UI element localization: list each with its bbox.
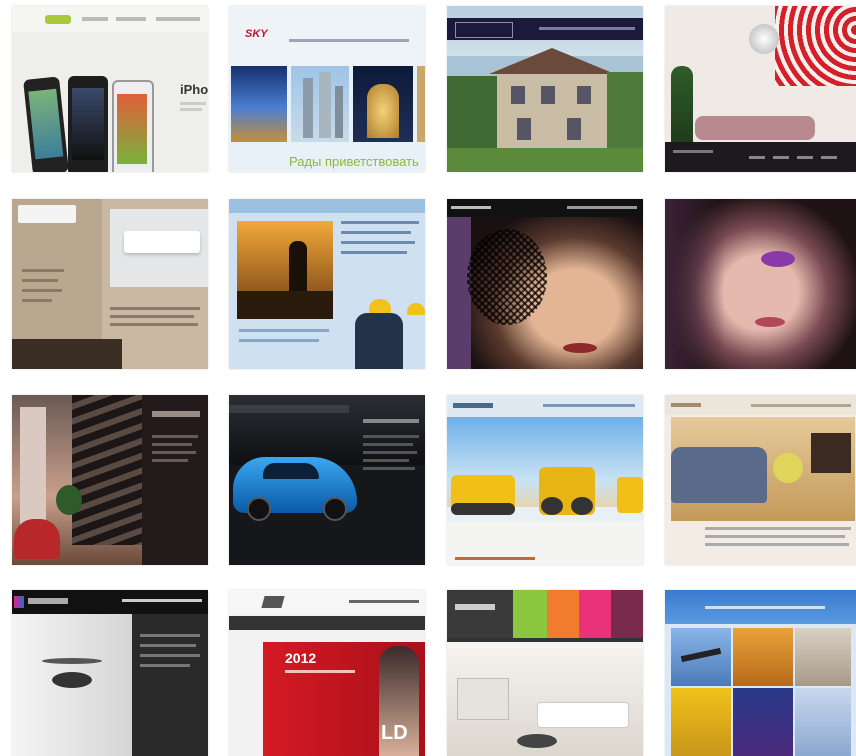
thumb-nav-active xyxy=(45,15,71,24)
hardhat-icon xyxy=(407,303,425,315)
photo-roller xyxy=(539,467,595,515)
thumb-header xyxy=(665,590,856,624)
thumb-header xyxy=(665,395,856,415)
phone-image xyxy=(23,76,69,172)
portfolio-grid: iPhone SKY Рады приветствовать xyxy=(0,0,856,756)
thumb-air-conditioner-site[interactable] xyxy=(12,199,208,369)
thumb-machinery-site[interactable] xyxy=(447,395,643,565)
thumb-makeup-site[interactable] xyxy=(665,199,856,369)
swatch-plum xyxy=(611,590,643,638)
thumb-tagline: Рады приветствовать xyxy=(289,154,419,169)
phone-image xyxy=(112,80,154,172)
thumb-logo-box xyxy=(455,22,513,38)
photo-purple-eyeshadow xyxy=(761,251,795,267)
photo-crane xyxy=(671,688,731,756)
hardhat-icon xyxy=(369,299,391,313)
thumb-navbar xyxy=(229,616,425,630)
thumb-dark-interior-site[interactable] xyxy=(12,395,208,565)
photo-towers xyxy=(291,66,349,142)
thumb-collage-site[interactable] xyxy=(665,590,856,756)
thumb-header xyxy=(447,395,643,417)
photo-night-city xyxy=(231,66,287,142)
thumb-logo: SKY xyxy=(245,28,268,40)
thumb-beauty-site[interactable] xyxy=(12,590,208,756)
photo-desk xyxy=(12,339,122,369)
thumb-logo-block xyxy=(447,590,513,638)
photo-veil xyxy=(467,229,547,325)
thumb-navbar xyxy=(447,199,643,217)
thumb-engineers-site[interactable] xyxy=(229,199,425,369)
phone-image xyxy=(68,76,108,172)
thumb-shoe-sale-site[interactable]: 2012 LD xyxy=(229,590,425,756)
photo-building-orange xyxy=(733,628,793,686)
thumb-living-room-site[interactable] xyxy=(665,395,856,565)
thumb-house-site[interactable] xyxy=(447,6,643,172)
photo-bulldozer xyxy=(451,475,515,515)
thumb-construction-site[interactable]: SKY Рады приветствовать xyxy=(229,6,425,172)
photo-airplane xyxy=(671,628,731,686)
photo-ac-unit-small xyxy=(18,205,76,223)
photo-house xyxy=(489,48,615,148)
photo-red-lamp xyxy=(775,6,856,86)
thumb-fashion-veil-site[interactable] xyxy=(447,199,643,369)
thumb-car-site[interactable] xyxy=(229,395,425,565)
photo-sunset-worker xyxy=(237,221,333,319)
thumb-iphone-site[interactable]: iPhone xyxy=(12,6,208,172)
photo-woman-eye xyxy=(12,614,132,756)
thumb-navbar xyxy=(12,590,208,614)
swatch-green xyxy=(513,590,547,638)
photo-living-room xyxy=(671,417,855,521)
banner-letters: LD xyxy=(381,722,408,744)
photo-blue-car xyxy=(233,457,357,521)
banner-year: 2012 xyxy=(285,650,317,666)
photo-plant xyxy=(671,66,693,146)
thumb-navbar xyxy=(229,199,425,213)
thumb-header xyxy=(229,590,425,614)
photo-white-room xyxy=(447,648,643,756)
thumb-color-interior-site[interactable] xyxy=(447,590,643,756)
thumb-brand-text: iPhone xyxy=(180,82,208,97)
swatch-pink xyxy=(579,590,611,638)
photo-red-chair xyxy=(14,519,60,559)
swatch-orange xyxy=(547,590,579,638)
thumb-footer-nav xyxy=(665,142,856,172)
thumb-interior-red-site[interactable] xyxy=(665,6,856,172)
photo-ac-unit xyxy=(124,231,200,253)
photo-building-night xyxy=(353,66,413,142)
